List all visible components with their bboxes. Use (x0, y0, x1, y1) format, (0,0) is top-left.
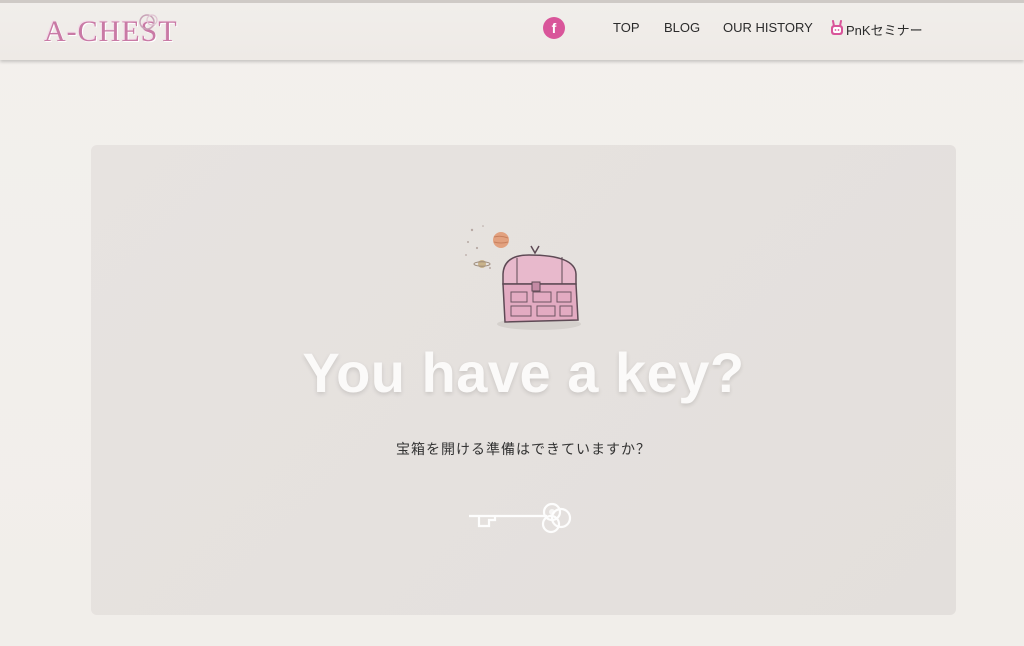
facebook-icon[interactable]: f (543, 17, 565, 39)
treasure-chest-icon (465, 225, 581, 330)
nav-blog[interactable]: BLOG (664, 20, 700, 35)
logo-ring-icon (139, 14, 158, 30)
nav-top[interactable]: TOP (613, 20, 640, 35)
site-logo[interactable]: A-CHEST (44, 9, 194, 51)
site-header: A-CHEST f TOP BLOG OUR HISTORY PnKセミナー (0, 0, 1024, 60)
nav-our-history[interactable]: OUR HISTORY (723, 20, 813, 35)
facebook-glyph: f (551, 20, 557, 36)
key-icon[interactable] (467, 498, 582, 540)
nav-pnk-seminar[interactable]: PnKセミナー (846, 20, 923, 39)
hero-headline: You have a key? (302, 341, 745, 404)
pnk-bunny-icon[interactable] (830, 20, 844, 36)
hero-subtitle: 宝箱を開ける準備はできていますか？ (396, 442, 651, 458)
